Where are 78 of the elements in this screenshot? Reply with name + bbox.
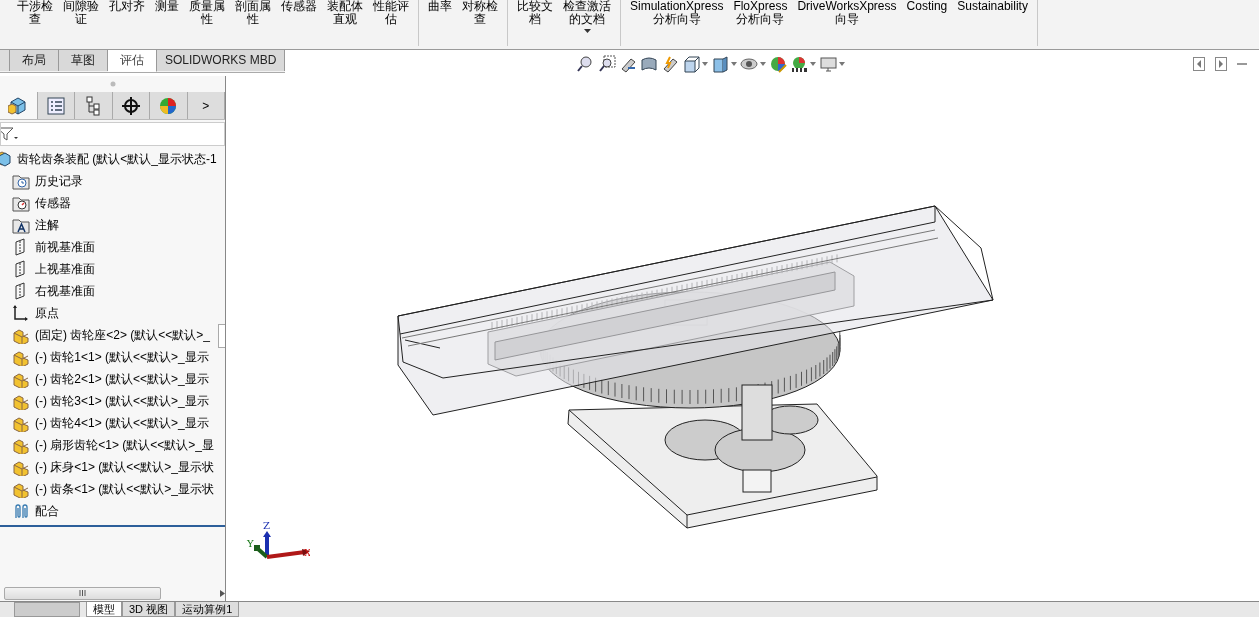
- panel-resize-grip[interactable]: [218, 324, 225, 348]
- ribbon-command-button[interactable]: Sustainability: [952, 0, 1033, 46]
- filter-icon: [1, 127, 19, 141]
- horizontal-scrollbar[interactable]: [4, 587, 225, 599]
- ribbon-command-button[interactable]: 测量: [150, 0, 184, 46]
- tree-item[interactable]: 右视基准面: [34, 282, 96, 300]
- crosshair-tab-icon: [120, 95, 141, 116]
- monitor-icon[interactable]: [819, 55, 838, 73]
- dropdown-caret-icon[interactable]: [810, 62, 817, 66]
- sensor-folder-icon: [12, 194, 30, 212]
- collapse-left-icon[interactable]: [1193, 57, 1205, 71]
- tree-item[interactable]: 原点: [34, 304, 60, 322]
- dropdown-caret-icon[interactable]: [702, 62, 709, 66]
- color-pie-tab-icon: [158, 95, 179, 116]
- ribbon-command-button[interactable]: 传感器: [276, 0, 322, 46]
- ribbon-command-button[interactable]: 孔对齐: [104, 0, 150, 46]
- command-tab[interactable]: 草图: [59, 50, 108, 71]
- tree-item[interactable]: 注解: [34, 216, 60, 234]
- origin-axes-icon: [12, 304, 30, 322]
- dropdown-caret-icon[interactable]: [760, 62, 767, 66]
- command-tab[interactable]: 布局: [10, 50, 59, 71]
- paperclip-icon: [12, 502, 30, 520]
- zoom-to-area-icon[interactable]: [598, 55, 617, 73]
- tree-item[interactable]: (-) 齿轮4<1> (默认<<默认>_显示: [34, 414, 210, 432]
- axis-label: Z: [263, 520, 270, 531]
- tree-item[interactable]: (-) 齿轮1<1> (默认<<默认>_显示: [34, 348, 210, 366]
- tree-item[interactable]: (-) 齿轮2<1> (默认<<默认>_显示: [34, 370, 210, 388]
- tree-item[interactable]: 传感器: [34, 194, 72, 212]
- dynamic-annotation-icon[interactable]: [661, 55, 680, 73]
- ribbon-command-button[interactable]: 质量属 性: [184, 0, 230, 46]
- ribbon-command-button[interactable]: 曲率: [423, 0, 457, 46]
- tree-item[interactable]: (-) 齿条<1> (默认<<默认>_显示状: [34, 480, 216, 498]
- ribbon-command-button[interactable]: 间隙验 证: [58, 0, 104, 46]
- tree-item[interactable]: 齿轮齿条装配 (默认<默认_显示状态-1: [16, 150, 218, 168]
- tree-item[interactable]: (-) 床身<1> (默认<<默认>_显示状: [34, 458, 216, 476]
- tree-item[interactable]: (固定) 齿轮座<2> (默认<<默认>_: [34, 326, 212, 344]
- ribbon-command-button[interactable]: 对称检 查: [457, 0, 503, 46]
- appearance-pie-pencil-icon[interactable]: [769, 55, 788, 73]
- property-list-tab-icon: [45, 95, 66, 116]
- scroll-right-arrow-icon[interactable]: [220, 589, 225, 597]
- dropdown-caret-icon[interactable]: [731, 62, 738, 66]
- history-folder-icon: [12, 172, 30, 190]
- more-tabs-button[interactable]: >: [187, 92, 225, 119]
- minimize-icon[interactable]: [1237, 62, 1247, 66]
- ribbon-command-button[interactable]: SimulationXpress 分析向导: [625, 0, 729, 46]
- tree-item[interactable]: 历史记录: [34, 172, 84, 190]
- ribbon-command-button[interactable]: 剖面属 性: [230, 0, 276, 46]
- filter-field[interactable]: [0, 122, 225, 146]
- ribbon-command-button[interactable]: FloXpress 分析向导: [728, 0, 793, 46]
- scroll-thumb-grip-icon: [78, 590, 87, 596]
- scene-pie-icon[interactable]: [790, 55, 809, 73]
- ribbon-command-button[interactable]: 性能评 估: [368, 0, 414, 46]
- ribbon-command-button[interactable]: 干涉检 查: [12, 0, 58, 46]
- ribbon-command-button[interactable]: 检查激活 的文档: [558, 0, 616, 46]
- view-orientation-icon[interactable]: [682, 55, 701, 73]
- command-tab[interactable]: 评估: [108, 50, 157, 72]
- tree-item[interactable]: 上视基准面: [34, 260, 96, 278]
- ribbon-command-button[interactable]: 比较文 档: [512, 0, 558, 46]
- tree-item[interactable]: 配合: [34, 502, 60, 520]
- axis-label: Y: [247, 538, 254, 549]
- drag-handle-icon[interactable]: [109, 81, 116, 87]
- model-view-tab[interactable]: 运动算例1: [175, 602, 240, 617]
- tree-item[interactable]: 前视基准面: [34, 238, 96, 256]
- section-view-icon[interactable]: [640, 55, 659, 73]
- hide-show-eye-icon[interactable]: [740, 55, 759, 73]
- model-view-tab[interactable]: 3D 视图: [122, 602, 176, 617]
- feature-tree-tab-icon: [8, 95, 29, 116]
- ribbon-command-button[interactable]: DriveWorksXpress 向导: [792, 0, 902, 46]
- ribbon-command-button[interactable]: Costing: [901, 0, 953, 46]
- display-style-icon[interactable]: [711, 55, 730, 73]
- dropdown-caret-icon[interactable]: [839, 62, 846, 66]
- model-view-tab[interactable]: 模型: [86, 602, 122, 617]
- expand-right-icon[interactable]: [1215, 57, 1227, 71]
- ribbon-command-button[interactable]: 装配体 直观: [322, 0, 368, 46]
- tree-item[interactable]: (-) 齿轮3<1> (默认<<默认>_显示: [34, 392, 210, 410]
- tree-item[interactable]: (-) 扇形齿轮<1> (默认<<默认>_显: [34, 436, 216, 454]
- command-tab[interactable]: SOLIDWORKS MBD: [157, 50, 286, 71]
- annotation-folder-icon: [12, 216, 30, 234]
